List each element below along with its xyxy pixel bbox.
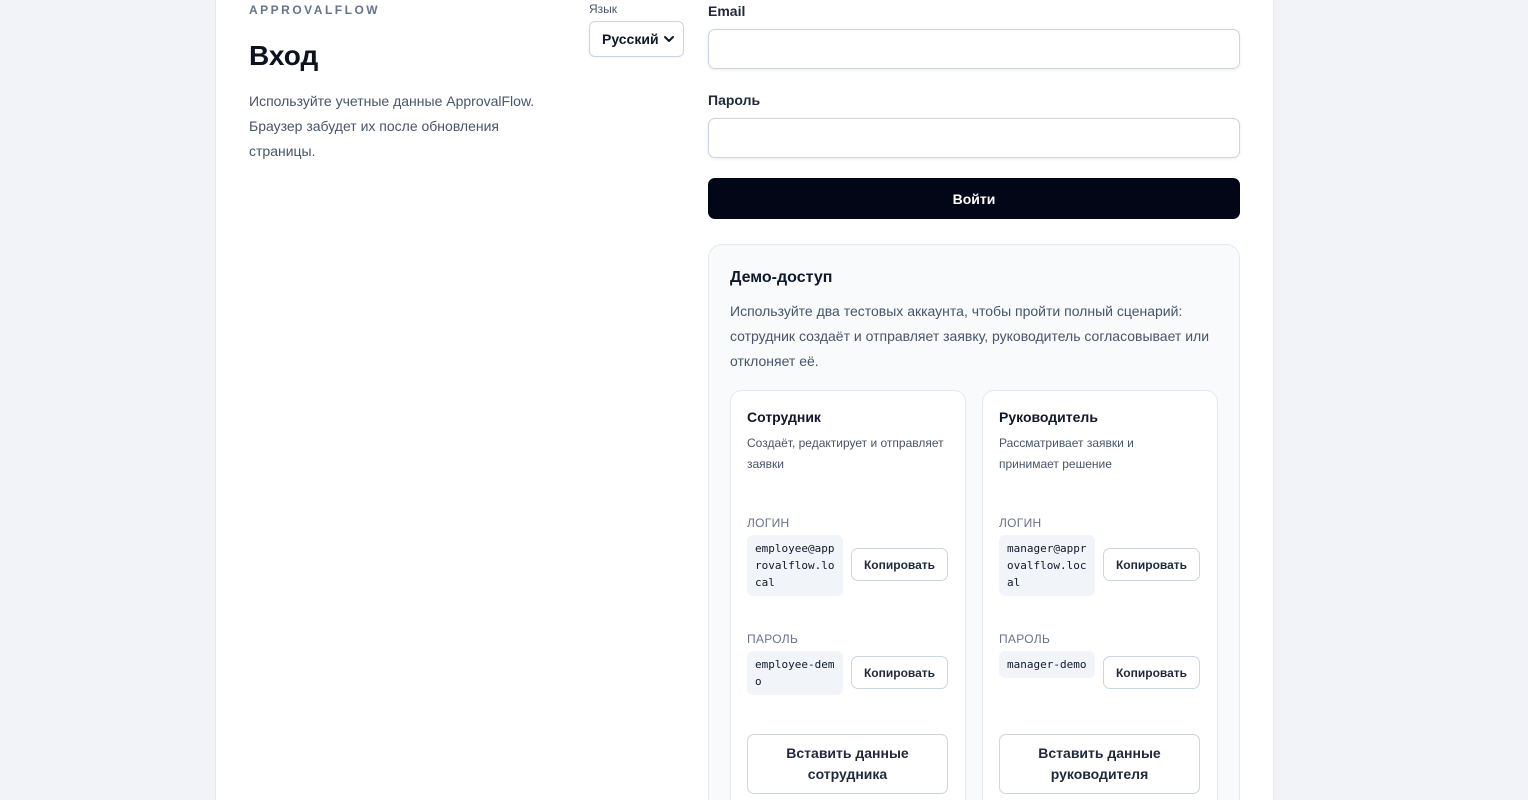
- brand-name: APPROVALFLOW: [249, 3, 381, 17]
- login-caption: ЛОГИН: [747, 516, 790, 530]
- demo-title: Демо-доступ: [730, 269, 833, 286]
- chevron-down-icon: [664, 36, 674, 42]
- role-description: Рассматривает заявки и принимает решение: [999, 436, 1134, 471]
- copy-login-button[interactable]: Копировать: [851, 548, 948, 581]
- login-caption: ЛОГИН: [999, 516, 1042, 530]
- language-label: Язык: [589, 2, 618, 16]
- copy-login-button[interactable]: Копировать: [1103, 548, 1200, 581]
- email-label: Email: [708, 3, 746, 19]
- login-button[interactable]: Войти: [708, 178, 1240, 219]
- page-title: Вход: [249, 40, 319, 71]
- password-field[interactable]: [708, 118, 1240, 158]
- email-field[interactable]: [708, 29, 1240, 69]
- login-value: employee@approvalflow.local: [747, 535, 843, 596]
- role-description: Создаёт, редактирует и отправляет заявки: [747, 436, 944, 471]
- fill-employee-button[interactable]: Вставить данные сотрудника: [747, 734, 948, 794]
- role-title: Руководитель: [999, 409, 1098, 425]
- demo-description: Используйте два тестовых аккаунта, чтобы…: [730, 303, 1210, 369]
- language-selected-value: Русский: [602, 31, 659, 47]
- fill-manager-button[interactable]: Вставить данные руководителя: [999, 734, 1200, 794]
- role-title: Сотрудник: [747, 409, 821, 425]
- login-value: manager@approvalflow.local: [999, 535, 1095, 596]
- copy-password-button[interactable]: Копировать: [851, 656, 948, 689]
- password-value: employee-demo: [747, 651, 843, 695]
- password-caption: ПАРОЛЬ: [999, 632, 1051, 646]
- password-value: manager-demo: [999, 651, 1095, 678]
- intro-text: Используйте учетные данные ApprovalFlow.…: [249, 93, 535, 159]
- password-caption: ПАРОЛЬ: [747, 632, 799, 646]
- copy-password-button[interactable]: Копировать: [1103, 656, 1200, 689]
- password-label: Пароль: [708, 92, 761, 108]
- language-select[interactable]: Русский: [589, 21, 684, 57]
